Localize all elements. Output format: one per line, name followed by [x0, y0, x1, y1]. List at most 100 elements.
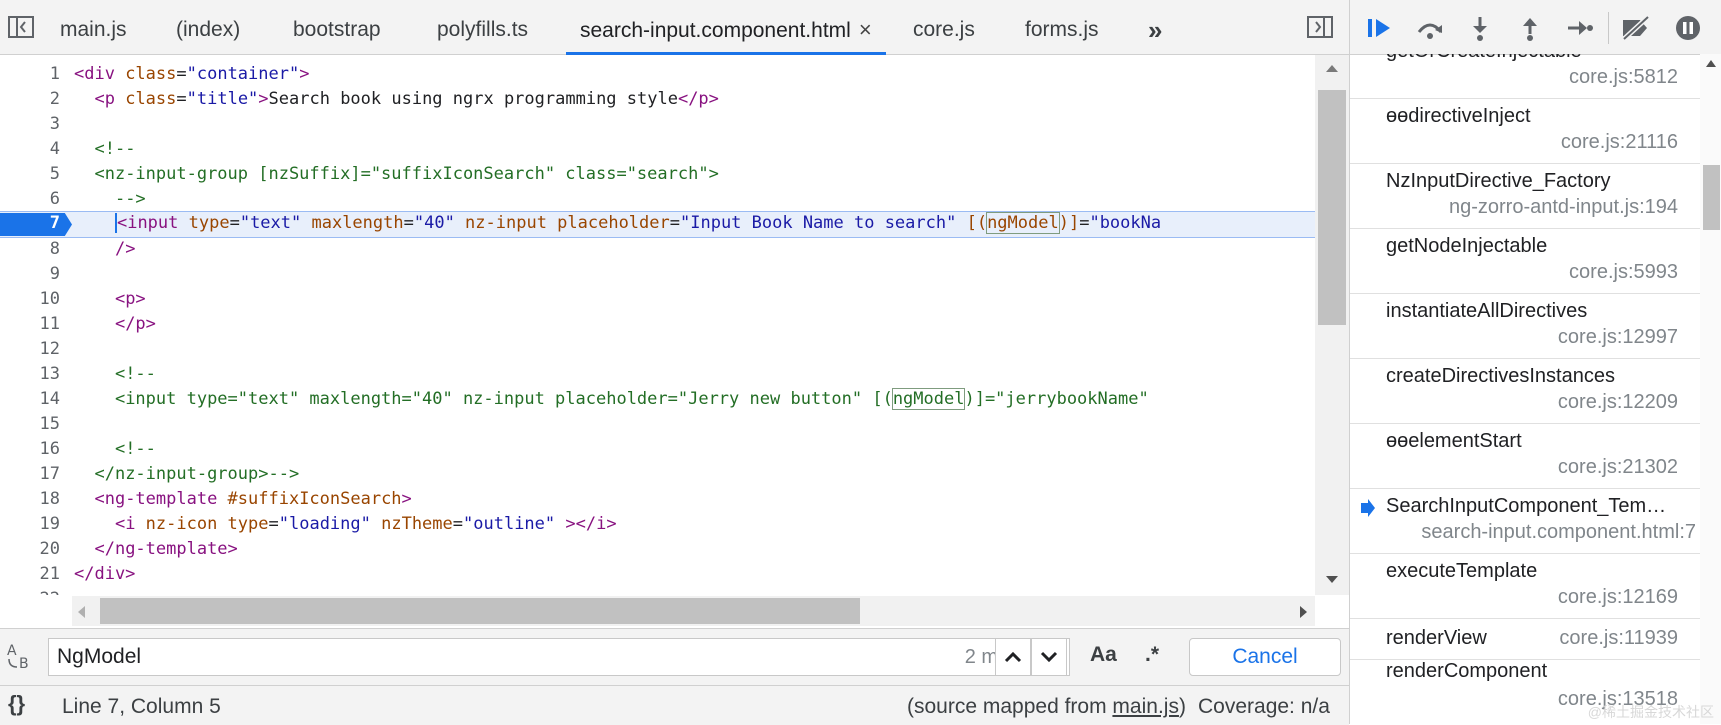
code-text: <!--: [114, 439, 156, 459]
code-line: 18 <ng-template #suffixIconSearch>: [0, 487, 1315, 512]
tab-forms-js[interactable]: forms.js: [1011, 0, 1113, 54]
code-text: <div class="container">: [74, 64, 310, 84]
code-editor[interactable]: 1 <div class="container"> 2 <p class="ti…: [0, 55, 1315, 595]
call-frame[interactable]: NzInputDirective_Factory ng-zorro-antd-i…: [1350, 164, 1700, 229]
step-icon[interactable]: [1564, 12, 1596, 44]
code-line: 11 </p>: [0, 312, 1315, 337]
code-text: <input type="text" maxlength="40" nz-inp…: [114, 212, 1162, 234]
scroll-right-icon[interactable]: [1299, 605, 1309, 619]
code-line: 1 <div class="container">: [0, 62, 1315, 87]
frame-function: createDirectivesInstances: [1386, 365, 1615, 387]
scroll-left-icon[interactable]: [76, 605, 86, 619]
code-line: 5 <nz-input-group [nzSuffix]="suffixIcon…: [0, 162, 1315, 187]
cursor: <: [114, 213, 128, 233]
code-text: </div>: [74, 564, 136, 584]
toggle-debugger-icon[interactable]: [1305, 12, 1335, 42]
step-out-icon[interactable]: [1514, 12, 1546, 44]
step-over-icon[interactable]: [1414, 12, 1446, 44]
code-text: />: [114, 239, 136, 259]
tab-index[interactable]: (index): [162, 0, 254, 54]
frame-location: core.js:21116: [1560, 131, 1678, 153]
line-number: 14: [39, 389, 60, 409]
code-line: 21 </div>: [0, 562, 1315, 587]
previous-match-button[interactable]: [995, 638, 1031, 676]
search-input[interactable]: NgModel 2 matches: [48, 638, 1070, 676]
scroll-down-icon[interactable]: [1324, 575, 1340, 585]
replace-toggle-icon[interactable]: AB: [6, 641, 38, 676]
cancel-button[interactable]: Cancel: [1189, 638, 1341, 676]
call-stack-scrollbar[interactable]: [1700, 54, 1721, 724]
match-case-button[interactable]: Aa: [1090, 643, 1117, 667]
call-frame[interactable]: ɵɵdirectiveInject core.js:21116: [1350, 99, 1700, 164]
chevron-up-icon: [1004, 651, 1022, 663]
file-tab-bar: main.js (index) bootstrap polyfills.ts s…: [0, 0, 1349, 55]
tab-bootstrap[interactable]: bootstrap: [279, 0, 395, 54]
next-match-button[interactable]: [1031, 638, 1067, 676]
tab-label: search-input.component.html: [580, 19, 851, 42]
frame-function: NzInputDirective_Factory: [1386, 170, 1611, 192]
code-line: 13 <!--: [0, 362, 1315, 387]
pretty-print-icon[interactable]: {}: [8, 691, 25, 717]
scroll-up-icon[interactable]: [1324, 63, 1340, 73]
scroll-up-icon[interactable]: [1705, 58, 1717, 68]
regex-button[interactable]: .*: [1145, 643, 1159, 667]
resume-icon[interactable]: [1364, 12, 1396, 44]
line-number: 15: [39, 414, 60, 434]
code-line: 10 <p>: [0, 287, 1315, 312]
watermark-text: @稀土掘金技术社区: [1587, 704, 1714, 720]
line-number: 7: [49, 213, 60, 233]
call-frame[interactable]: instantiateAllDirectives core.js:12997: [1350, 294, 1700, 359]
call-frame[interactable]: createDirectivesInstances core.js:12209: [1350, 359, 1700, 424]
code-text: <ng-template #suffixIconSearch>: [94, 489, 412, 509]
line-number: 22: [0, 587, 60, 595]
code-line: 3: [0, 112, 1315, 137]
code-line: 4 <!--: [0, 137, 1315, 162]
frame-location: core.js:11939: [1559, 627, 1678, 649]
call-frame[interactable]: ɵɵelementStart core.js:21302: [1350, 424, 1700, 489]
pause-on-exceptions-icon[interactable]: [1672, 12, 1704, 44]
line-number: 13: [39, 364, 60, 384]
call-stack-scroll-thumb[interactable]: [1703, 165, 1720, 230]
frame-location: search-input.component.html:7: [1421, 521, 1696, 543]
code-text: </ng-template>: [94, 539, 238, 559]
tab-polyfills[interactable]: polyfills.ts: [423, 0, 542, 54]
line-number: 12: [39, 339, 60, 359]
call-frame[interactable]: getNodeInjectable core.js:5993: [1350, 229, 1700, 294]
tab-search-input-component-html[interactable]: search-input.component.html ×: [566, 0, 886, 55]
frame-function: ɵɵelementStart: [1386, 430, 1522, 452]
line-number: 3: [49, 114, 60, 134]
line-number: 6: [49, 189, 60, 209]
horizontal-scroll-thumb[interactable]: [100, 598, 860, 624]
code-text: <nz-input-group [nzSuffix]="suffixIconSe…: [94, 164, 719, 184]
frame-function: renderComponent: [1386, 660, 1548, 682]
line-number: 18: [39, 489, 60, 509]
vertical-scroll-thumb[interactable]: [1318, 90, 1346, 325]
status-bar: {} Line 7, Column 5 (source mapped from …: [0, 685, 1349, 725]
close-icon[interactable]: ×: [859, 17, 872, 42]
call-frame[interactable]: executeTemplate core.js:12169: [1350, 554, 1700, 619]
code-text: <!--: [114, 364, 156, 384]
frame-location: core.js:12997: [1557, 326, 1678, 348]
tab-main-js[interactable]: main.js: [46, 0, 141, 54]
step-into-icon[interactable]: [1464, 12, 1496, 44]
call-frame-current[interactable]: SearchInputComponent_Tem… search-input.c…: [1350, 489, 1700, 554]
search-match-highlight: ngModel: [891, 388, 966, 410]
frame-function: SearchInputComponent_Tem…: [1386, 495, 1667, 517]
frame-location: core.js:21302: [1557, 456, 1678, 478]
frame-location: core.js:12209: [1557, 391, 1678, 413]
frame-location: core.js:5993: [1569, 261, 1678, 283]
line-number: 11: [39, 314, 60, 334]
search-query: NgModel: [57, 645, 142, 668]
toggle-navigator-icon[interactable]: [6, 12, 36, 42]
code-text: <i nz-icon type="loading" nzTheme="outli…: [114, 514, 617, 534]
line-number: 16: [39, 439, 60, 459]
call-frame[interactable]: renderView core.js:11939: [1350, 619, 1700, 660]
line-number: 8: [49, 239, 60, 259]
tab-core-js[interactable]: core.js: [899, 0, 989, 54]
call-frame[interactable]: getOrCreateInjectable core.js:5812: [1350, 54, 1700, 99]
deactivate-breakpoints-icon[interactable]: [1620, 12, 1652, 44]
tab-overflow-icon[interactable]: »: [1134, 0, 1176, 54]
source-map-link[interactable]: main.js: [1112, 695, 1179, 718]
code-line: 14 <input type="text" maxlength="40" nz-…: [0, 387, 1315, 412]
sources-editor-pane: main.js (index) bootstrap polyfills.ts s…: [0, 0, 1349, 725]
